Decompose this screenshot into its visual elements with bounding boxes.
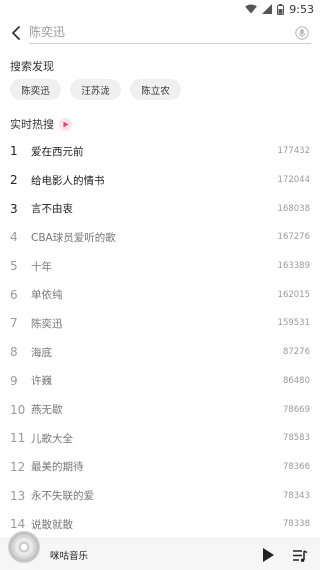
rank-number: 8 [10, 345, 18, 360]
search-underline [29, 43, 311, 44]
song-name: 言不由衷 [31, 203, 73, 216]
back-arrow-icon [12, 26, 20, 40]
hot-search-item[interactable]: 2 给电影人的情书 172044 [0, 166, 320, 195]
hot-search-list: 1 爱在西元前 177432 2 给电影人的情书 172044 3 言不由衷 1… [0, 137, 320, 539]
hot-search-item[interactable]: 3 言不由衷 168038 [0, 194, 320, 223]
search-count: 78366 [282, 461, 310, 472]
song-name: CBA球员爱听的歌 [31, 231, 116, 244]
hot-search-title: 实时热搜 [10, 118, 54, 131]
rank-number: 10 [10, 402, 26, 417]
rank-number: 6 [10, 287, 18, 302]
search-count: 86480 [282, 375, 310, 386]
play-triangle-icon[interactable] [59, 117, 72, 131]
play-icon [263, 548, 274, 562]
search-count: 78669 [282, 404, 310, 415]
rank-number: 4 [10, 230, 18, 245]
rank-number: 13 [10, 488, 26, 503]
voice-search-icon [295, 26, 309, 40]
discover-chip[interactable]: 陈奕迅 [10, 79, 61, 100]
hot-search-item[interactable]: 8 海底 87276 [0, 338, 320, 367]
search-count: 87276 [282, 347, 310, 358]
rank-number: 7 [10, 316, 18, 331]
hot-search-item[interactable]: 12 最美的期待 78366 [0, 453, 320, 482]
discover-chip[interactable]: 陈立农 [130, 79, 181, 100]
hot-search-item[interactable]: 10 燕无歇 78669 [0, 395, 320, 424]
search-count: 78583 [282, 433, 310, 444]
mini-player[interactable]: 咪咕音乐 [0, 531, 320, 570]
search-input[interactable] [29, 22, 286, 42]
search-count: 162015 [277, 289, 310, 300]
song-name: 永不失联的爱 [31, 490, 94, 503]
song-name: 儿歌大全 [31, 432, 73, 445]
hot-search-item[interactable]: 14 说散就散 78338 [0, 510, 320, 539]
hot-search-item[interactable]: 6 单依纯 162015 [0, 280, 320, 309]
search-bar [0, 20, 320, 46]
search-count: 167276 [277, 232, 310, 243]
search-count: 172044 [277, 175, 310, 186]
song-name: 单依纯 [31, 289, 63, 302]
discover-title: 搜索发现 [10, 60, 54, 73]
song-name: 十年 [31, 260, 52, 273]
song-name: 说散就散 [31, 518, 73, 531]
song-name: 海底 [31, 346, 52, 359]
song-name: 燕无歇 [31, 404, 63, 417]
hot-search-item[interactable]: 1 爱在西元前 177432 [0, 137, 320, 166]
rank-number: 5 [10, 259, 18, 274]
status-bar: 9:53 [0, 0, 320, 18]
playlist-icon [293, 550, 308, 562]
hot-search-item[interactable]: 11 儿歌大全 78583 [0, 424, 320, 453]
song-name: 最美的期待 [31, 461, 84, 474]
song-name: 爱在西元前 [31, 145, 84, 158]
discover-chip[interactable]: 汪苏泷 [70, 79, 121, 100]
song-name: 许巍 [31, 375, 52, 388]
hot-search-header: 实时热搜 [10, 116, 72, 132]
wifi-icon [245, 4, 258, 14]
search-count: 177432 [277, 146, 310, 157]
search-count: 78343 [282, 490, 310, 501]
disc-icon[interactable] [8, 531, 40, 563]
rank-number: 9 [10, 373, 18, 388]
hot-search-item[interactable]: 4 CBA球员爱听的歌 167276 [0, 223, 320, 252]
rank-number: 3 [10, 201, 18, 216]
hot-search-item[interactable]: 13 永不失联的爱 78343 [0, 481, 320, 510]
play-button[interactable] [260, 547, 276, 563]
battery-icon [277, 3, 285, 15]
signal-icon [262, 4, 273, 14]
clock: 9:53 [289, 2, 314, 16]
playlist-button[interactable] [292, 548, 308, 562]
player-title: 咪咕音乐 [50, 551, 89, 562]
voice-search-button[interactable] [295, 25, 309, 40]
hot-search-item[interactable]: 7 陈奕迅 159531 [0, 309, 320, 338]
rank-number: 14 [10, 517, 26, 532]
rank-number: 11 [10, 431, 26, 446]
rank-number: 1 [10, 144, 18, 159]
song-name: 陈奕迅 [31, 317, 63, 330]
hot-search-item[interactable]: 9 许巍 86480 [0, 367, 320, 396]
search-count: 78338 [282, 519, 310, 530]
rank-number: 12 [10, 459, 26, 474]
search-count: 163389 [277, 261, 310, 272]
back-button[interactable] [8, 24, 24, 42]
song-name: 给电影人的情书 [31, 174, 105, 187]
hot-search-item[interactable]: 5 十年 163389 [0, 252, 320, 281]
search-count: 159531 [277, 318, 310, 329]
rank-number: 2 [10, 173, 18, 188]
discover-chips: 陈奕迅 汪苏泷 陈立农 [10, 79, 181, 100]
search-count: 168038 [277, 203, 310, 214]
